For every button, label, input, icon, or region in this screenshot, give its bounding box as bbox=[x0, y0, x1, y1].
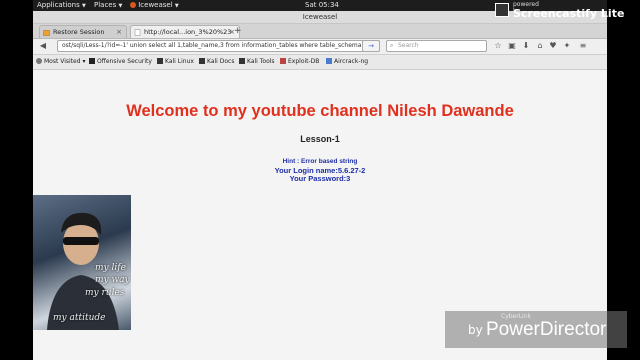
kali-icon bbox=[239, 58, 245, 64]
bookmark-label: Kali Tools bbox=[247, 58, 275, 65]
hint-text: Hint : Error based string bbox=[282, 158, 358, 165]
tab-label: http://local...ion_3%20%23 bbox=[144, 28, 232, 36]
watermark-big-text: Screencastify Lite bbox=[513, 7, 625, 20]
places-label: Places bbox=[94, 1, 117, 9]
bookmark-label: Exploit-DB bbox=[288, 58, 320, 65]
kali-icon bbox=[199, 58, 205, 64]
photo-text: my rules bbox=[85, 288, 125, 298]
photo-text: my attitude bbox=[53, 313, 106, 323]
url-text: ost/sqli/Less-1/?id=-1' union select all… bbox=[62, 42, 362, 49]
bookmark-label: Offensive Security bbox=[97, 58, 152, 65]
desktop: Applications ▼ Places ▼ Iceweasel ▼ Sat … bbox=[33, 0, 607, 360]
bookmarks-toolbar: Most Visited ▾ Offensive Security Kali L… bbox=[33, 55, 607, 70]
bookmark-most-visited[interactable]: Most Visited ▾ bbox=[36, 55, 85, 69]
star-icon[interactable]: ☆ bbox=[493, 41, 503, 51]
chevron-down-icon: ▼ bbox=[118, 3, 123, 9]
tab-label: Restore Session bbox=[53, 28, 105, 36]
bookmark-kali-tools[interactable]: Kali Tools bbox=[239, 55, 275, 69]
photo-text: my life bbox=[95, 263, 126, 273]
chevron-down-icon: ▼ bbox=[174, 3, 179, 9]
bookmark-label: Kali Linux bbox=[165, 58, 194, 65]
screencastify-logo-icon bbox=[495, 3, 509, 17]
applications-label: Applications bbox=[37, 1, 80, 9]
bookmark-label: Aircrack-ng bbox=[334, 58, 369, 65]
app-label: Iceweasel bbox=[138, 1, 173, 9]
search-icon: ⌕ bbox=[390, 42, 394, 49]
download-icon[interactable]: ⬇ bbox=[521, 41, 531, 51]
powerdirector-text: PowerDirector bbox=[486, 319, 607, 340]
bookmark-aircrack-ng[interactable]: Aircrack-ng bbox=[326, 55, 368, 69]
bookmark-kali-docs[interactable]: Kali Docs bbox=[199, 55, 234, 69]
navigation-bar: ◀ ost/sqli/Less-1/?id=-1' union select a… bbox=[33, 39, 607, 55]
restore-session-icon bbox=[43, 30, 50, 36]
reading-list-icon[interactable]: ▣ bbox=[507, 41, 517, 51]
chevron-down-icon: ▾ bbox=[82, 58, 86, 65]
search-placeholder: Search bbox=[398, 42, 419, 49]
tab-localhost[interactable]: http://local...ion_3%20%23 × bbox=[130, 25, 240, 38]
bookmark-exploit-db[interactable]: Exploit-DB bbox=[280, 55, 319, 69]
bookmark-kali-linux[interactable]: Kali Linux bbox=[157, 55, 194, 69]
exploitdb-icon bbox=[280, 58, 286, 64]
aircrack-icon bbox=[326, 58, 332, 64]
tab-restore-session[interactable]: Restore Session × bbox=[39, 25, 127, 38]
close-icon[interactable]: × bbox=[116, 26, 122, 39]
page-icon bbox=[134, 29, 141, 36]
bookmark-offensive-security[interactable]: Offensive Security bbox=[89, 55, 152, 69]
pocket-icon[interactable]: ♥ bbox=[548, 41, 558, 51]
menu-icon[interactable]: ≡ bbox=[578, 41, 588, 51]
powerdirector-watermark: CyberLink by PowerDirector bbox=[445, 311, 627, 348]
new-tab-button[interactable]: + bbox=[234, 25, 242, 37]
bookmark-label: Most Visited bbox=[44, 58, 81, 65]
back-arrow-icon[interactable]: ◀ bbox=[38, 41, 48, 51]
url-input[interactable]: ost/sqli/Less-1/?id=-1' union select all… bbox=[57, 40, 380, 52]
clock[interactable]: Sat 05:34 bbox=[305, 0, 339, 11]
tab-bar: Restore Session × http://local...ion_3%2… bbox=[33, 24, 607, 39]
by-text: by bbox=[468, 323, 483, 337]
chevron-down-icon: ▼ bbox=[82, 3, 86, 9]
lesson-title: Lesson-1 bbox=[300, 134, 340, 144]
page-heading: Welcome to my youtube channel Nilesh Daw… bbox=[126, 102, 514, 120]
photo-text: my way bbox=[95, 275, 130, 285]
go-button[interactable]: → bbox=[362, 40, 380, 52]
password-text: Your Password:3 bbox=[289, 174, 351, 183]
addon-icon[interactable]: ✦ bbox=[562, 41, 572, 51]
gear-icon bbox=[36, 58, 42, 64]
profile-photo: my life my way my rules my attitude bbox=[33, 195, 131, 330]
bookmark-label: Kali Docs bbox=[207, 58, 235, 65]
search-input[interactable]: ⌕ Search bbox=[386, 40, 487, 52]
home-icon[interactable]: ⌂ bbox=[535, 41, 545, 51]
kali-icon bbox=[157, 58, 163, 64]
iceweasel-icon bbox=[130, 2, 136, 8]
offsec-icon bbox=[89, 58, 95, 64]
